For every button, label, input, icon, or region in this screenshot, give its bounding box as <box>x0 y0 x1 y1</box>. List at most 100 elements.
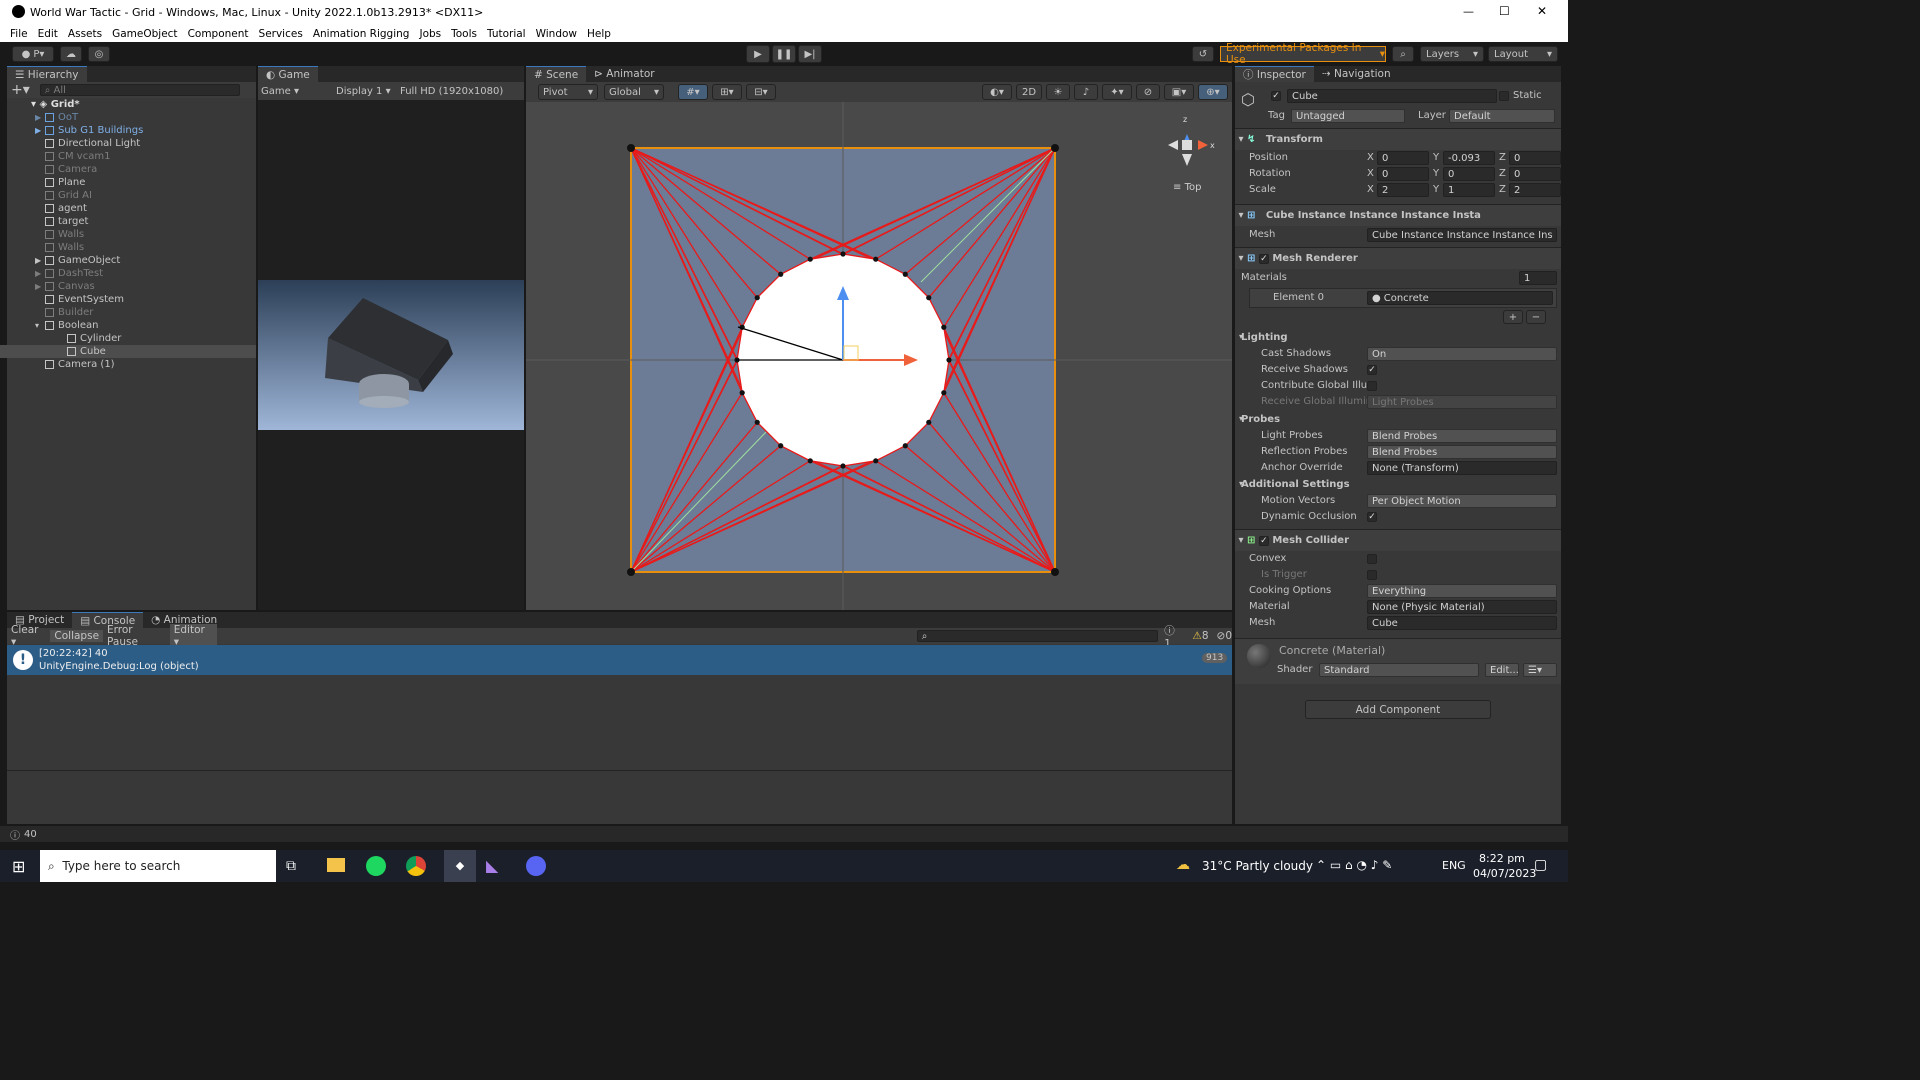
meshfilter-header[interactable]: ▾ ⊞ Cube Instance Instance Instance Inst… <box>1235 204 1561 226</box>
hierarchy-item[interactable]: ▶ DashTest <box>0 267 256 280</box>
console-search-input[interactable]: ⌕ <box>916 630 1159 642</box>
weather-text[interactable]: 31°C Partly cloudy <box>1202 859 1313 873</box>
receive-gi-field[interactable]: Light Probes <box>1367 395 1557 409</box>
chrome-icon[interactable] <box>406 856 426 876</box>
rotation-x-field[interactable]: 0 <box>1377 167 1429 181</box>
tab-game[interactable]: ◐ Game <box>258 66 318 82</box>
reflection-probes-field[interactable]: Blend Probes <box>1367 445 1557 459</box>
contribute-gi-checkbox[interactable] <box>1367 381 1377 391</box>
lighting-header-label[interactable]: Lighting <box>1241 332 1288 343</box>
hierarchy-item[interactable]: Builder <box>0 306 256 319</box>
scale-z-label[interactable]: Z <box>1499 184 1506 195</box>
hierarchy-item[interactable]: Grid AI <box>0 189 256 202</box>
game-mode-dropdown[interactable]: Game ▾ <box>258 86 330 97</box>
visual-studio-icon[interactable]: ◣ <box>486 856 498 875</box>
camera-settings-icon[interactable]: ▣▾ <box>1164 84 1194 100</box>
rotation-y-label[interactable]: Y <box>1433 168 1439 179</box>
hierarchy-item[interactable]: Directional Light <box>0 137 256 150</box>
console-entry[interactable]: ! [20:22:42] 40 UnityEngine.Debug:Log (o… <box>7 645 1232 675</box>
layout-dropdown[interactable]: Layout ▾ <box>1488 46 1558 62</box>
scale-y-label[interactable]: Y <box>1433 184 1439 195</box>
menu-item-11[interactable]: Help <box>587 28 611 40</box>
hierarchy-item[interactable]: ▾ Boolean <box>0 319 256 332</box>
play-button[interactable]: ▶ <box>746 45 770 63</box>
meshcollider-header[interactable]: ▾ ⊞ ✓ Mesh Collider <box>1235 529 1561 551</box>
mesh-field[interactable]: Cube Instance Instance Instance Ins <box>1367 228 1557 242</box>
scale-y-field[interactable]: 1 <box>1443 183 1495 197</box>
cloud-button[interactable]: ☁ <box>60 46 82 62</box>
status-message[interactable]: 40 <box>24 829 37 840</box>
task-view-icon[interactable]: ⧉ <box>286 858 296 874</box>
tab-animator[interactable]: ⊳ Animator <box>586 66 662 82</box>
tab-hierarchy[interactable]: ☰ Hierarchy <box>7 66 87 82</box>
add-material-button[interactable]: + <box>1503 310 1523 324</box>
add-component-button[interactable]: Add Component <box>1305 700 1491 719</box>
rotation-x-label[interactable]: X <box>1367 168 1374 179</box>
expand-arrow-icon[interactable]: ▶ <box>35 282 45 291</box>
scale-x-field[interactable]: 2 <box>1377 183 1429 197</box>
language-indicator[interactable]: ENG <box>1442 859 1466 872</box>
taskbar-search-input[interactable]: ⌕ Type here to search <box>40 850 276 882</box>
scale-z-field[interactable]: 2 <box>1509 183 1561 197</box>
hierarchy-item[interactable]: Plane <box>0 176 256 189</box>
increment-snap-button[interactable]: ⊟▾ <box>746 84 776 100</box>
active-checkbox[interactable]: ✓ <box>1271 91 1281 101</box>
material-field[interactable]: ● Concrete <box>1367 291 1553 305</box>
undo-history-button[interactable]: ↺ <box>1192 46 1214 62</box>
minimize-button[interactable]: — <box>1463 5 1474 18</box>
shader-edit-button[interactable]: Edit... <box>1485 663 1519 677</box>
light-probes-field[interactable]: Blend Probes <box>1367 429 1557 443</box>
menu-item-9[interactable]: Tutorial <box>487 28 526 40</box>
scale-x-label[interactable]: X <box>1367 184 1374 195</box>
menu-item-0[interactable]: File <box>10 28 28 40</box>
hierarchy-item[interactable]: Camera <box>0 163 256 176</box>
hierarchy-item[interactable]: agent <box>0 202 256 215</box>
step-button[interactable]: ▶| <box>798 45 822 63</box>
shader-dropdown[interactable]: Standard <box>1319 663 1479 677</box>
position-z-label[interactable]: Z <box>1499 152 1506 163</box>
hierarchy-item[interactable]: ▶ Canvas <box>0 280 256 293</box>
hierarchy-item[interactable]: ▶ Sub G1 Buildings <box>0 124 256 137</box>
expand-arrow-icon[interactable]: ▶ <box>35 256 45 265</box>
is-trigger-checkbox[interactable] <box>1367 570 1377 580</box>
shading-mode-button[interactable]: ◐▾ <box>982 84 1012 100</box>
file-explorer-icon[interactable] <box>327 858 345 872</box>
resolution-dropdown[interactable]: Full HD (1920x1080) <box>394 86 503 97</box>
probes-header-arrow-icon[interactable]: ▾ <box>1239 414 1243 423</box>
hierarchy-item[interactable]: Walls <box>0 241 256 254</box>
materials-count[interactable]: 1 <box>1519 271 1557 285</box>
expand-arrow-icon[interactable]: ▾ <box>35 321 45 330</box>
clock-date[interactable]: 04/07/2023 <box>1473 867 1536 880</box>
toggle-2d-button[interactable]: 2D <box>1016 84 1042 100</box>
discord-icon[interactable] <box>526 856 546 876</box>
effects-toggle-icon[interactable]: ✦▾ <box>1102 84 1132 100</box>
global-dropdown[interactable]: Global ▾ <box>604 84 664 100</box>
error-count[interactable]: ⊘0 <box>1217 630 1233 642</box>
menu-item-2[interactable]: Assets <box>68 28 102 40</box>
additional-header-label[interactable]: Additional Settings <box>1241 479 1350 490</box>
grid-snap-button[interactable]: #▾ <box>678 84 708 100</box>
physic-material-field[interactable]: None (Physic Material) <box>1367 600 1557 614</box>
object-name-field[interactable]: Cube <box>1287 89 1497 103</box>
audio-toggle-icon[interactable]: ♪ <box>1074 84 1098 100</box>
windows-start-icon[interactable]: ⊞ <box>12 857 25 876</box>
convex-checkbox[interactable] <box>1367 554 1377 564</box>
menu-item-3[interactable]: GameObject <box>112 28 177 40</box>
remove-material-button[interactable]: − <box>1526 310 1546 324</box>
lighting-header-arrow-icon[interactable]: ▾ <box>1239 332 1243 341</box>
receive-shadows-checkbox[interactable]: ✓ <box>1367 365 1377 375</box>
rotation-y-field[interactable]: 0 <box>1443 167 1495 181</box>
static-checkbox[interactable] <box>1499 91 1509 101</box>
tab-scene[interactable]: # Scene <box>526 66 587 82</box>
maximize-button[interactable]: ☐ <box>1499 4 1510 18</box>
rotation-z-field[interactable]: 0 <box>1509 167 1561 181</box>
search-button[interactable]: ⌕ <box>1392 46 1414 62</box>
hidden-objects-icon[interactable]: ⊘ <box>1136 84 1160 100</box>
cooking-options-field[interactable]: Everything <box>1367 584 1557 598</box>
game-render-view[interactable] <box>258 280 524 430</box>
pivot-dropdown[interactable]: Pivot ▾ <box>538 84 598 100</box>
layers-dropdown[interactable]: Layers ▾ <box>1420 46 1484 62</box>
grid-visibility-button[interactable]: ⊞▾ <box>712 84 742 100</box>
hierarchy-item[interactable]: CM vcam1 <box>0 150 256 163</box>
expand-arrow-icon[interactable]: ▶ <box>35 113 45 122</box>
